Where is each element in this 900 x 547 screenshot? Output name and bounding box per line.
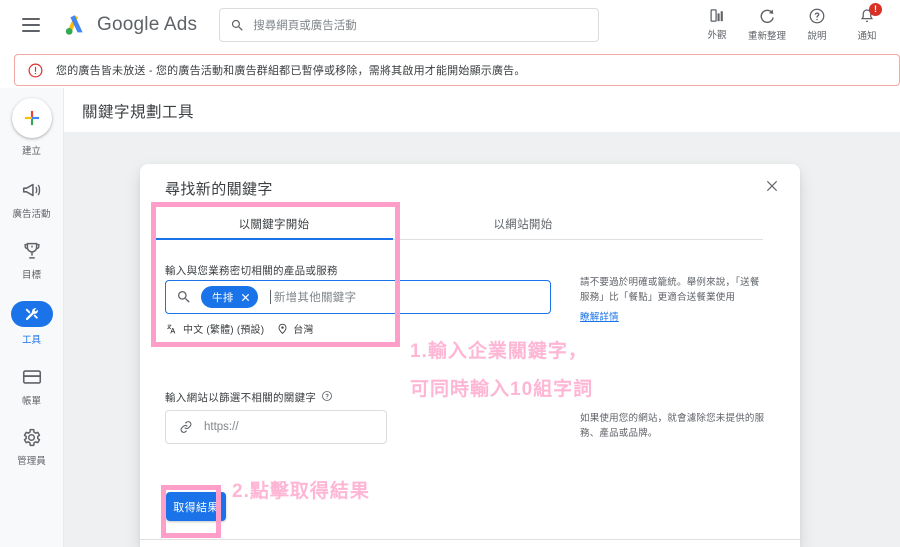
translate-icon — [167, 324, 176, 333]
help-button[interactable]: 說明 — [792, 2, 842, 42]
tab-label-keywords: 以關鍵字開始 — [238, 218, 310, 231]
error-circle-icon — [28, 63, 43, 77]
keyword-chip-remove-icon[interactable] — [240, 292, 251, 303]
search-input[interactable]: 搜尋網頁或廣告活動 — [219, 8, 600, 42]
help-icon — [809, 8, 825, 24]
alert-banner: 您的廣告皆未放送 - 您的廣告活動和廣告群組都已暫停或移除，需將其啟用才能開始顯… — [14, 54, 900, 86]
close-icon — [766, 180, 778, 192]
keyword-input-placeholder: 新增其他關鍵字 — [269, 289, 357, 305]
sidebar-item-create[interactable]: 建立 — [0, 98, 64, 157]
tools-active-pill — [10, 301, 53, 327]
link-icon — [180, 421, 192, 433]
search-icon — [178, 291, 190, 303]
website-hint: 如果使用您的網站，就會濾除您未提供的服務、產品或品牌。 — [580, 413, 765, 439]
sidebar-label-create: 建立 — [21, 146, 41, 157]
keyword-chip-label: 牛排 — [212, 291, 234, 304]
megaphone-icon — [22, 183, 40, 197]
site-field-label: 輸入網站以篩選不相關的關鍵字 — [165, 390, 333, 405]
help-circle-icon[interactable] — [321, 390, 333, 405]
help-label: 說明 — [807, 31, 827, 42]
annotation-step1-line1: 1.輸入企業關鍵字， — [410, 341, 588, 362]
get-results-button[interactable]: 取得結果 — [166, 492, 226, 521]
appearance-label: 外觀 — [707, 30, 727, 41]
page-title: 關鍵字規劃工具 — [82, 104, 195, 121]
tab-start-with-website[interactable]: 以網站開始 — [428, 208, 618, 239]
refresh-label: 重新整理 — [747, 31, 786, 42]
tab-start-with-keywords[interactable]: 以關鍵字開始 — [155, 208, 393, 239]
dialog-title: 尋找新的關鍵字 — [165, 181, 273, 198]
tools-icon — [25, 307, 39, 320]
annotation-step2: 2.點擊取得結果 — [232, 481, 370, 502]
keyword-hint-link[interactable]: 瞭解詳情 — [580, 311, 619, 326]
keyword-chip[interactable]: 牛排 — [201, 286, 258, 308]
annotation-step1-line2: 可同時輸入10組字詞 — [410, 379, 594, 400]
notifications-button[interactable]: ! 通知 — [842, 2, 892, 42]
alert-text: 您的廣告皆未放送 - 您的廣告活動和廣告群組都已暫停或移除，需將其啟用才能開始顯… — [56, 65, 526, 77]
brand-ads-text: Ads — [159, 14, 198, 35]
sidebar-item-goals[interactable]: 目標 — [0, 240, 64, 281]
plus-icon — [24, 110, 39, 126]
brand-text: Google Ads — [97, 14, 197, 36]
google-ads-logo-icon — [62, 12, 88, 38]
keyword-hint: 請不要過於明確或籠統。舉例來說，「送餐服務」比「餐點」更適合送餐業使用 瞭解詳情 — [580, 276, 760, 326]
notification-badge: ! — [869, 3, 882, 16]
sidebar-label-billing: 帳單 — [21, 396, 41, 407]
site-label-text: 輸入網站以篩選不相關的關鍵字 — [165, 392, 317, 404]
keyword-meta-row: 中文 (繁體) (預設) 台灣 — [165, 321, 326, 336]
create-fab[interactable] — [11, 98, 52, 138]
keyword-hint-text: 請不要過於明確或籠統。舉例來說，「送餐服務」比「餐點」更適合送餐業使用 — [580, 277, 760, 303]
language-label: 中文 (繁體) (預設) — [183, 325, 265, 336]
refresh-button[interactable]: 重新整理 — [742, 2, 792, 42]
brand-logo[interactable]: Google Ads — [62, 12, 197, 38]
hamburger-menu-icon[interactable] — [22, 18, 40, 32]
keyword-field-label: 輸入與您業務密切相關的產品或服務 — [165, 265, 338, 277]
dialog-tabs: 以關鍵字開始 以網站開始 — [140, 208, 800, 240]
trophy-icon — [23, 242, 40, 259]
sidebar-item-billing[interactable]: 帳單 — [0, 366, 64, 407]
sidebar-label-campaigns: 廣告活動 — [12, 209, 51, 220]
appearance-icon — [709, 9, 723, 22]
appearance-button[interactable]: 外觀 — [692, 2, 742, 42]
dialog-close-button[interactable] — [764, 178, 780, 199]
website-input[interactable]: https:// — [165, 410, 387, 444]
google-ads-keyword-planner-screen: Google Ads 搜尋網頁或廣告活動 外觀 重新整理 說明 ! 通知 您的廣… — [0, 0, 900, 547]
keyword-placeholder-text: 新增其他關鍵字 — [273, 292, 357, 304]
sidebar-item-admin[interactable]: 管理員 — [0, 427, 64, 467]
sidebar-item-tools[interactable]: 工具 — [0, 301, 64, 346]
brand-google-text: Google — [97, 14, 160, 35]
left-sidebar: 建立 廣告活動 目標 工具 帳單 管理員 — [0, 88, 64, 547]
sidebar-label-goals: 目標 — [21, 270, 41, 281]
dialog-footer-divider — [140, 539, 800, 540]
website-placeholder: https:// — [204, 421, 239, 433]
tab-label-website: 以網站開始 — [493, 218, 553, 231]
search-icon — [232, 19, 244, 31]
top-bar-actions: 外觀 重新整理 說明 ! 通知 — [692, 2, 892, 42]
billing-card-icon — [22, 370, 41, 384]
active-tab-underline — [155, 238, 393, 240]
location-pin-icon — [278, 323, 287, 335]
keyword-input[interactable]: 牛排 新增其他關鍵字 — [165, 280, 551, 314]
sidebar-item-campaigns[interactable]: 廣告活動 — [0, 179, 64, 220]
sidebar-label-admin: 管理員 — [17, 456, 46, 467]
search-placeholder: 搜尋網頁或廣告活動 — [253, 20, 357, 32]
notifications-label: 通知 — [857, 31, 877, 42]
language-selector[interactable]: 中文 (繁體) (預設) — [165, 321, 264, 336]
location-selector[interactable]: 台灣 — [276, 321, 313, 336]
refresh-icon — [760, 9, 774, 24]
gear-icon — [23, 428, 41, 447]
sidebar-label-tools: 工具 — [21, 335, 41, 346]
top-bar: Google Ads 搜尋網頁或廣告活動 外觀 重新整理 說明 ! 通知 — [0, 0, 900, 50]
text-caret — [269, 290, 271, 304]
location-label: 台灣 — [293, 325, 314, 336]
